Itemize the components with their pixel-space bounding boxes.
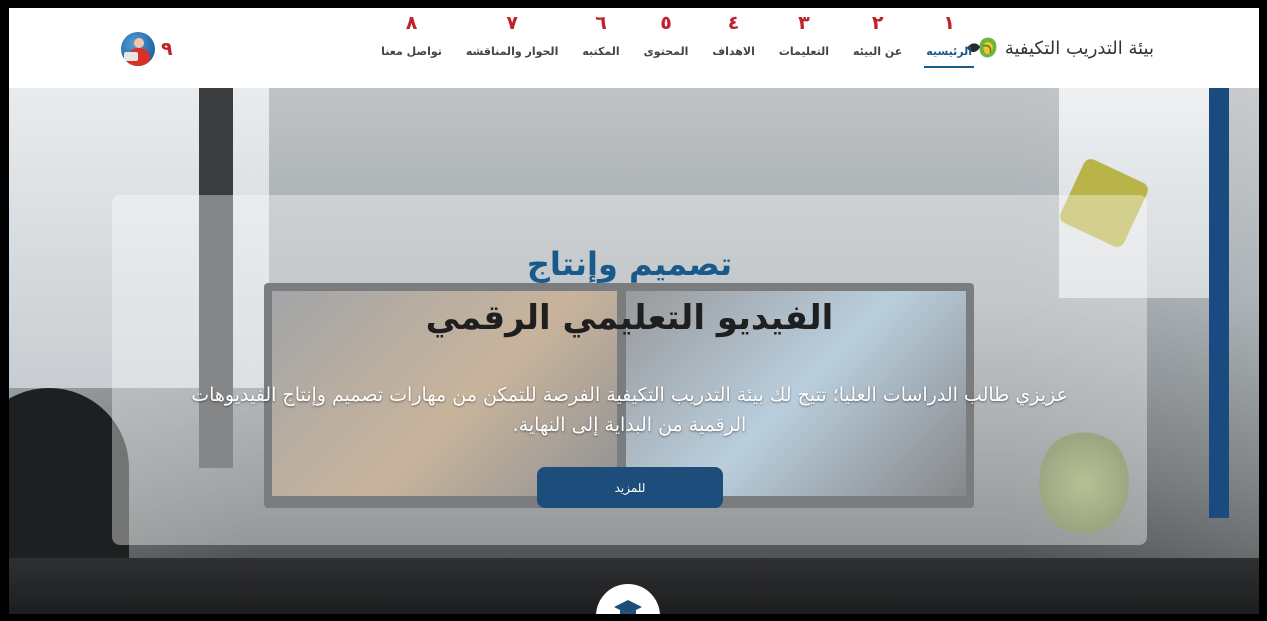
brand-name: بيئة التدريب التكيفية	[1004, 37, 1154, 59]
nav-menu: ١ الرئيسيه ٢ عن البيئه ٣ التعليمات ٤ الاهداف ٥ ال…	[369, 8, 984, 88]
nav-item-label: تواصل معنا	[381, 45, 442, 58]
nav-item-number: ١	[943, 12, 955, 34]
nav-item-label: الاهداف	[712, 45, 755, 58]
hero-description: عزيزي طالب الدراسات العليا؛ تتيح لك بيئة…	[191, 384, 1068, 436]
brand[interactable]: بيئة التدريب التكيفية	[965, 34, 1154, 62]
hero-subtitle: الفيديو التعليمي الرقمي	[425, 298, 834, 338]
nav-item-number: ٢	[871, 12, 884, 34]
nav-item-number: ٥	[660, 12, 672, 34]
window-frame: بيئة التدريب التكيفية ١ الرئيسيه ٢ عن البيئ…	[0, 0, 1267, 621]
hero-section: تصميم وإنتاج الفيديو التعليمي الرقمي عزي…	[9, 88, 1259, 614]
nav-item-label: الرئيسيه	[926, 45, 972, 58]
nav-item-number: ٦	[595, 12, 607, 34]
avatar[interactable]	[121, 32, 155, 66]
nav-item-7[interactable]: ٧ الحوار والمناقشه	[454, 8, 570, 88]
nav-item-label: التعليمات	[778, 45, 829, 58]
more-button[interactable]: للمزيد	[537, 467, 723, 508]
nav-item-label: المحتوى	[643, 45, 689, 58]
nav-item-3[interactable]: ٣ التعليمات	[767, 8, 841, 88]
nav-item-5[interactable]: ٥ المحتوى	[632, 8, 701, 88]
nav-item-8[interactable]: ٨ تواصل معنا	[369, 8, 454, 88]
navbar: بيئة التدريب التكيفية ١ الرئيسيه ٢ عن البيئ…	[9, 8, 1259, 88]
nav-item-label: الحوار والمناقشه	[465, 45, 559, 58]
nav-item-number: ٧	[506, 12, 518, 34]
nav-item-number: ٨	[405, 12, 418, 34]
nav-item-4[interactable]: ٤ الاهداف	[700, 8, 767, 88]
avatar-number-label: ٩	[161, 38, 173, 60]
nav-item-label: المكتبه	[582, 45, 620, 58]
hero-content: تصميم وإنتاج الفيديو التعليمي الرقمي عزي…	[112, 195, 1147, 545]
nav-item-1[interactable]: ١ الرئيسيه	[914, 8, 984, 88]
user-menu[interactable]: ٩	[121, 32, 173, 66]
nav-item-2[interactable]: ٢ عن البيئه	[841, 8, 914, 88]
nav-item-number: ٣	[798, 12, 810, 34]
nav-item-6[interactable]: ٦ المكتبه	[570, 8, 631, 88]
nav-item-number: ٤	[727, 12, 740, 34]
nav-item-label: عن البيئه	[852, 45, 903, 58]
hero-title: تصميم وإنتاج	[526, 245, 733, 283]
page: بيئة التدريب التكيفية ١ الرئيسيه ٢ عن البيئ…	[9, 8, 1259, 614]
